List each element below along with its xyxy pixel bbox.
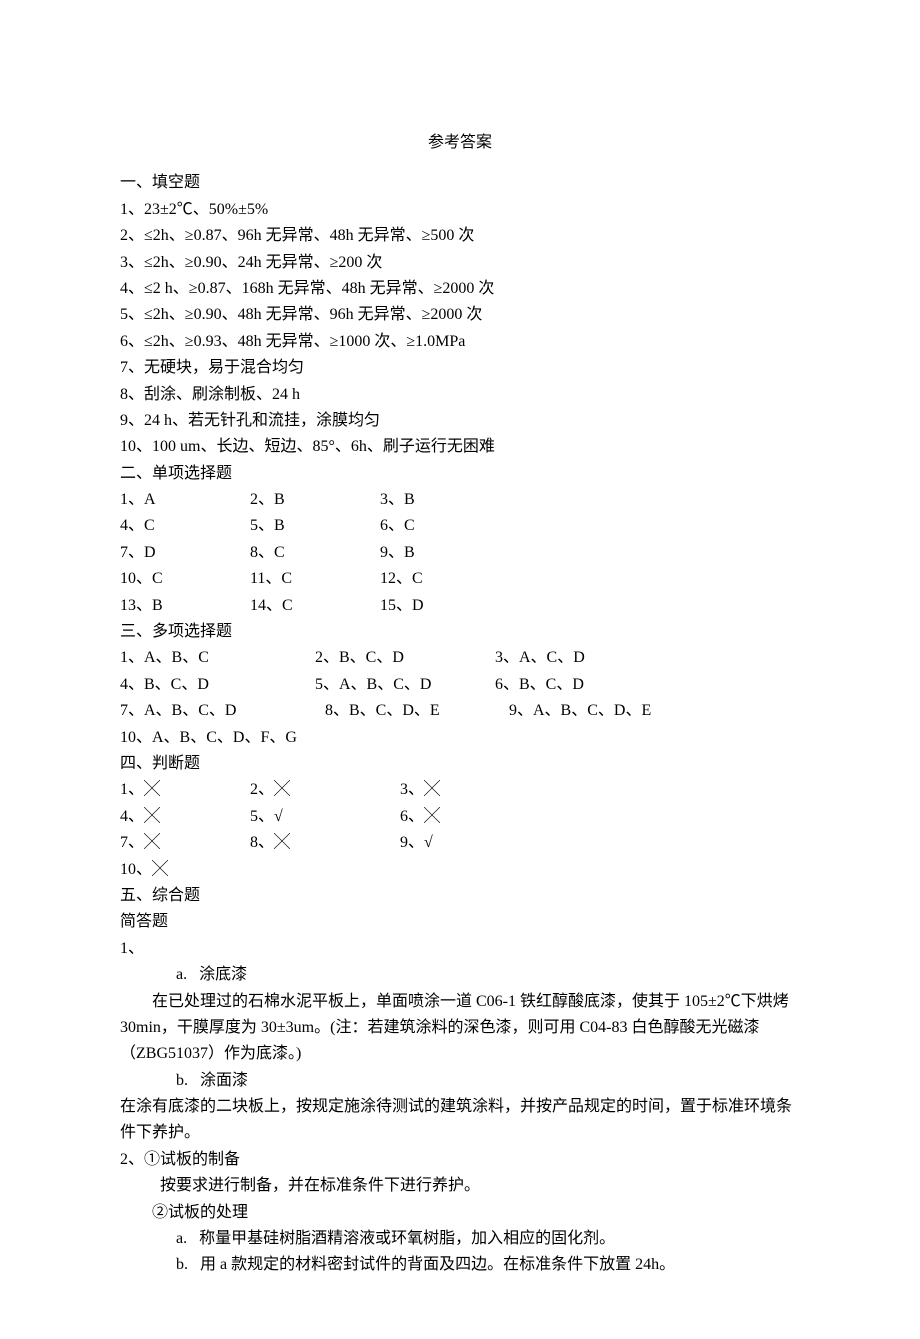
q1-b-text: 在涂有底漆的二块板上，按规定施涂待测试的建筑涂料，并按产品规定的时间，置于标准环…	[120, 1094, 800, 1147]
choice-cell: 1、A、B、C	[120, 645, 315, 671]
choice-cell: 11、C	[250, 566, 380, 592]
choice-cell: 8、C	[250, 540, 380, 566]
tf-cell: 7、╳	[120, 830, 250, 856]
section-heading: 四、判断题	[120, 751, 800, 777]
q-label: 1、	[120, 936, 800, 962]
choice-row: 1、A2、B3、B	[120, 487, 800, 513]
tf-cell: 2、╳	[250, 777, 400, 803]
choice-cell: 9、A、B、C、D、E	[505, 702, 651, 719]
fill-item: 9、24 h、若无针孔和流挂，涂膜均匀	[120, 408, 800, 434]
choice-cell: 5、A、B、C、D	[315, 672, 495, 698]
fill-item: 4、≤2 h、≥0.87、168h 无异常、48h 无异常、≥2000 次	[120, 276, 800, 302]
choice-cell: 4、B、C、D	[120, 672, 315, 698]
fill-item: 10、100 um、长边、短边、85°、6h、刷子运行无困难	[120, 434, 800, 460]
choice-row: 1、A、B、C2、B、C、D3、A、C、D	[120, 645, 800, 671]
fill-item: 6、≤2h、≥0.93、48h 无异常、≥1000 次、≥1.0MPa	[120, 329, 800, 355]
choice-cell: 3、A、C、D	[495, 649, 585, 666]
choice-cell: 10、C	[120, 566, 250, 592]
section-multi-choice: 三、多项选择题 1、A、B、C2、B、C、D3、A、C、D 4、B、C、D5、A…	[120, 619, 800, 751]
section-heading: 五、综合题	[120, 883, 800, 909]
tf-row: 1、╳2、╳3、╳	[120, 777, 800, 803]
q1-a-label: a. 涂底漆	[120, 962, 800, 988]
fill-item: 5、≤2h、≥0.90、48h 无异常、96h 无异常、≥2000 次	[120, 302, 800, 328]
q2-b: b. 用 a 款规定的材料密封试件的背面及四边。在标准条件下放置 24h。	[120, 1252, 800, 1278]
q2-line3: ②试板的处理	[120, 1200, 800, 1226]
choice-cell: 9、B	[380, 544, 415, 561]
choice-cell: 14、C	[250, 593, 380, 619]
choice-row: 4、C5、B6、C	[120, 513, 800, 539]
choice-row: 4、B、C、D5、A、B、C、D6、B、C、D	[120, 672, 800, 698]
tf-cell: 9、√	[400, 834, 433, 851]
choice-cell: 13、B	[120, 593, 250, 619]
choice-cell: 10、A、B、C、D、F、G	[120, 729, 297, 746]
tf-cell: 4、╳	[120, 804, 250, 830]
choice-row: 10、C11、C12、C	[120, 566, 800, 592]
q2-line1: 2、①试板的制备	[120, 1147, 800, 1173]
tf-row: 7、╳8、╳9、√	[120, 830, 800, 856]
choice-cell: 6、B、C、D	[495, 676, 584, 693]
q1-b-label: b. 涂面漆	[120, 1068, 800, 1094]
fill-item: 7、无硬块，易于混合均匀	[120, 355, 800, 381]
section-heading: 二、单项选择题	[120, 461, 800, 487]
tf-cell: 5、√	[250, 804, 400, 830]
fill-item: 3、≤2h、≥0.90、24h 无异常、≥200 次	[120, 250, 800, 276]
choice-cell: 12、C	[380, 570, 423, 587]
choice-cell: 2、B、C、D	[315, 645, 495, 671]
fill-item: 8、刮涂、刷涂制板、24 h	[120, 382, 800, 408]
q2-a: a. 称量甲基硅树脂酒精溶液或环氧树脂，加入相应的固化剂。	[120, 1226, 800, 1252]
section-true-false: 四、判断题 1、╳2、╳3、╳ 4、╳5、√6、╳ 7、╳8、╳9、√ 10、╳	[120, 751, 800, 883]
fill-item: 2、≤2h、≥0.87、96h 无异常、48h 无异常、≥500 次	[120, 223, 800, 249]
page-title: 参考答案	[120, 130, 800, 156]
tf-row: 10、╳	[120, 857, 800, 883]
choice-cell: 5、B	[250, 513, 380, 539]
section-single-choice: 二、单项选择题 1、A2、B3、B 4、C5、B6、C 7、D8、C9、B 10…	[120, 461, 800, 619]
choice-cell: 7、A、B、C、D	[120, 698, 325, 724]
q1-a-text: 在已处理过的石棉水泥平板上，单面喷涂一道 C06-1 铁红醇酸底漆，使其于 10…	[120, 989, 800, 1068]
fill-item: 1、23±2℃、50%±5%	[120, 197, 800, 223]
choice-cell: 8、B、C、D、E	[325, 698, 505, 724]
choice-row: 7、D8、C9、B	[120, 540, 800, 566]
tf-row: 4、╳5、√6、╳	[120, 804, 800, 830]
q2-line2: 按要求进行制备，并在标准条件下进行养护。	[120, 1173, 800, 1199]
choice-cell: 1、A	[120, 487, 250, 513]
tf-cell: 3、╳	[400, 781, 440, 798]
tf-cell: 10、╳	[120, 861, 168, 878]
section-heading: 三、多项选择题	[120, 619, 800, 645]
section-fill-blank: 一、填空题 1、23±2℃、50%±5% 2、≤2h、≥0.87、96h 无异常…	[120, 170, 800, 460]
choice-cell: 2、B	[250, 487, 380, 513]
tf-cell: 8、╳	[250, 830, 400, 856]
choice-cell: 3、B	[380, 491, 415, 508]
section-heading: 一、填空题	[120, 170, 800, 196]
section-subheading: 简答题	[120, 909, 800, 935]
choice-row: 7、A、B、C、D8、B、C、D、E 9、A、B、C、D、E	[120, 698, 800, 724]
choice-cell: 6、C	[380, 517, 415, 534]
tf-cell: 6、╳	[400, 808, 440, 825]
choice-cell: 15、D	[380, 597, 424, 614]
choice-row: 10、A、B、C、D、F、G	[120, 725, 800, 751]
choice-cell: 7、D	[120, 540, 250, 566]
choice-row: 13、B14、C15、D	[120, 593, 800, 619]
choice-cell: 4、C	[120, 513, 250, 539]
section-comprehensive: 五、综合题 简答题 1、 a. 涂底漆 在已处理过的石棉水泥平板上，单面喷涂一道…	[120, 883, 800, 1279]
tf-cell: 1、╳	[120, 777, 250, 803]
